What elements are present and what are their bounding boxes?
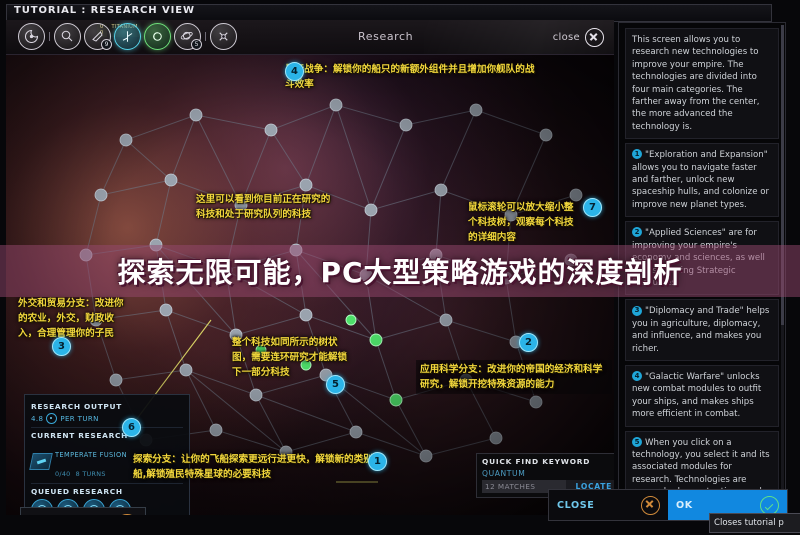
diplomacy-icon[interactable]	[114, 23, 142, 50]
empire-icon[interactable]: 5	[174, 23, 203, 50]
tutorial-block: 5 When you click on a technology, you sel…	[625, 430, 779, 491]
tutorial-block-text: 3 "Diplomacy and Trade" helps you in agri…	[632, 305, 770, 354]
ok-button-label: OK	[676, 499, 693, 511]
toolbar[interactable]: | 0 0 TITANIUM 9	[18, 23, 238, 50]
close-window-button[interactable]: close	[553, 28, 604, 47]
ship-design-badge: 9	[101, 39, 113, 50]
hud-divider-2	[31, 483, 183, 484]
current-tech-turns: 8 TURNS	[75, 470, 106, 478]
annotation-galactic-warfare: 星际战争：解锁你的船只的新额外组件并且增加你舰队的战斗效率	[285, 62, 540, 92]
tutorial-block-text: 1 "Exploration and Expansion" allows you …	[632, 149, 770, 210]
tutorial-block-number: 3	[632, 305, 642, 316]
current-tech-progress: 0/40	[55, 470, 71, 478]
tutorial-block-number: 4	[632, 371, 642, 382]
annotation-diplomacy-trade: 外交和贸易分支：改进你的农业，外交，财政收入，合理管理你的子民	[18, 296, 128, 341]
close-window-label: close	[552, 32, 580, 43]
tutorial-title: TUTORIAL : RESEARCH VIEW	[14, 5, 195, 16]
quick-find-input[interactable]: QUANTUM	[482, 469, 614, 478]
research-output-label: RESEARCH OUTPUT	[31, 402, 122, 411]
research-output-value-row: 4.8 PER TURN	[31, 413, 183, 424]
tutorial-block: 4 "Galactic Warfare" unlocks new combat m…	[625, 364, 779, 427]
tutorial-block-number: 5	[632, 436, 642, 447]
annotation-applied-sciences: 应用科学分支：改进你的帝国的经济和科学研究，解锁开挖特殊资源的能力	[416, 360, 612, 394]
close-x-icon	[641, 495, 660, 515]
disable-tutorial-line1: DISABLE	[27, 514, 78, 515]
toolbar-separator: |	[48, 31, 52, 42]
queued-research-label: QUEUED RESEARCH	[31, 487, 123, 496]
fleet-icon[interactable]: 0 0 TITANIUM	[54, 23, 141, 50]
quick-find-header: QUICK FIND KEYWORD	[482, 457, 591, 466]
empire-badge: 5	[191, 39, 203, 50]
tutorial-block-text: This screen allows you to research new t…	[632, 35, 760, 132]
annotation-current-queue: 这里可以看到你目前正在研究的科技和处于研究队列的科技	[196, 192, 336, 222]
annotation-text-4: 外交和贸易分支：改进你的农业，外交，财政收入，合理管理你的子民	[18, 298, 124, 339]
tutorial-block: 1 "Exploration and Expansion" allows you …	[625, 143, 779, 218]
screenshot-root: TUTORIAL : RESEARCH VIEW | 9 5 | Researc…	[0, 0, 800, 535]
tutorial-block: 3 "Diplomacy and Trade" helps you in agri…	[625, 299, 779, 361]
research-output-value: 4.8	[31, 414, 44, 423]
current-research-label: CURRENT RESEARCH	[31, 431, 128, 440]
annotation-mouse-wheel: 鼠标滚轮可以放大缩小整个科技树，观察每个科技的详细内容	[468, 200, 578, 245]
no-entry-icon	[115, 514, 139, 515]
research-output-unit: PER TURN	[60, 414, 99, 423]
annotation-text-7: 探索分支：让你的飞船探索更远行进更快，解锁新的类别飞船,解锁殖民特殊星球的必要科…	[133, 454, 383, 480]
annotation-tech-tree: 整个科技如同所示的树状图，需要连环研究才能解锁下一部分科技	[232, 335, 352, 380]
annotation-text-1: 星际战争：解锁你的船只的新额外组件并且增加你舰队的战斗效率	[285, 64, 535, 90]
tutorial-block-text: 4 "Galactic Warfare" unlocks new combat m…	[632, 371, 762, 420]
annotation-marker-4[interactable]: 4	[285, 62, 304, 81]
tutorial-block-text: 5 When you click on a technology, you sel…	[632, 436, 770, 491]
tutorial-block: This screen allows you to research new t…	[625, 28, 779, 140]
annotation-marker-3[interactable]: 3	[52, 337, 71, 356]
screen-title: Research	[358, 30, 414, 43]
headline-text: 探索无限可能，PC大型策略游戏的深度剖析	[117, 256, 683, 289]
current-tech-icon	[29, 452, 53, 470]
science-atom-icon	[46, 413, 58, 424]
check-icon	[760, 495, 779, 515]
tutorial-block-number: 1	[632, 149, 642, 160]
annotation-text-2: 这里可以看到你目前正在研究的科技和处于研究队列的科技	[196, 194, 331, 220]
close-button-label: CLOSE	[557, 499, 595, 511]
tooltip: Closes tutorial p	[709, 513, 800, 533]
current-tech-name: TEMPERATE FUSION	[55, 451, 127, 459]
annotation-marker-7[interactable]: 7	[583, 198, 602, 217]
annotation-marker-5[interactable]: 5	[326, 375, 345, 394]
annotation-text-3: 鼠标滚轮可以放大缩小整个科技树，观察每个科技的详细内容	[468, 202, 574, 243]
hud-divider-1	[31, 427, 183, 428]
annotation-marker-6[interactable]: 6	[122, 418, 141, 437]
close-icon[interactable]	[585, 28, 604, 47]
galaxy-icon[interactable]	[18, 23, 45, 50]
annotation-marker-2[interactable]: 2	[519, 333, 538, 352]
disable-tutorial-button[interactable]: DISABLE TUTORIAL	[20, 507, 146, 515]
annotation-exploration: 探索分支：让你的飞船探索更远行进更快，解锁新的类别飞船,解锁殖民特殊星球的必要科…	[133, 452, 383, 482]
ship-design-icon[interactable]: 9	[84, 23, 113, 50]
annotation-text-5: 整个科技如同所示的树状图，需要连环研究才能解锁下一部分科技	[232, 337, 348, 378]
research-icon[interactable]	[210, 23, 238, 50]
close-button[interactable]: CLOSE	[549, 490, 668, 520]
trade-icon[interactable]	[144, 23, 172, 50]
tutorial-block-number: 2	[632, 227, 642, 238]
annotation-marker-1[interactable]: 1	[368, 452, 387, 471]
toolbar-separator-2: |	[204, 31, 208, 42]
annotation-text-6: 应用科学分支：改进你的帝国的经济和科学研究，解锁开挖特殊资源的能力	[420, 364, 603, 390]
game-topbar: | 0 0 TITANIUM 9	[6, 20, 614, 55]
